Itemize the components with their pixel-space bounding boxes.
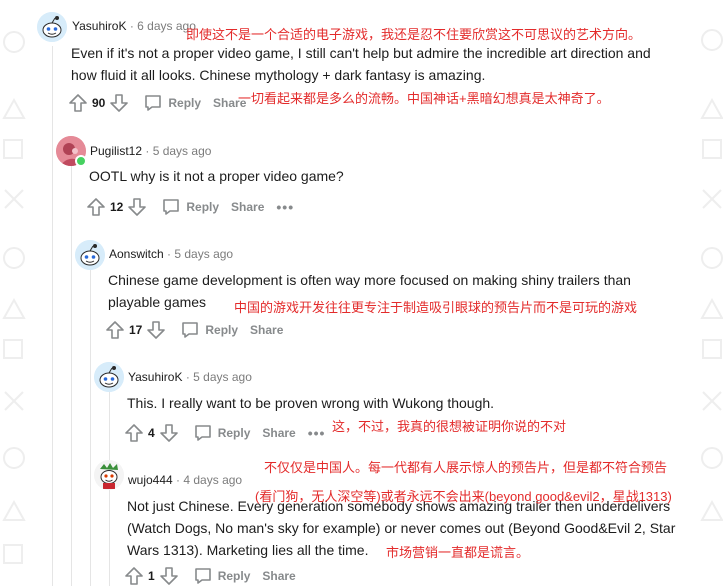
comment-line: Even if it's not a proper video game, I …: [71, 45, 651, 61]
downvote-arrow-icon: [128, 198, 147, 216]
comment-bubble-icon: [194, 568, 211, 584]
vote-score: 12: [110, 200, 124, 214]
separator: ·: [163, 247, 175, 261]
thread-line[interactable]: [90, 270, 91, 586]
snoo-avatar-icon: [94, 460, 124, 490]
reply-label: Reply: [217, 426, 251, 440]
vote-score: 17: [129, 323, 143, 337]
reply-button[interactable]: Reply: [161, 197, 219, 217]
comment-actions: 4 Reply Share •••: [124, 422, 325, 444]
downvote-button[interactable]: [146, 320, 166, 340]
timestamp[interactable]: 5 days ago: [153, 144, 212, 158]
thread-line[interactable]: [52, 46, 53, 586]
comment-bubble-icon: [163, 199, 180, 215]
username[interactable]: YasuhiroK: [72, 19, 126, 33]
downvote-arrow-icon: [159, 567, 178, 585]
translation-annotation: 市场营销一直都是谎言。: [386, 545, 530, 560]
online-status-dot: [75, 155, 87, 167]
reply-label: Reply: [168, 96, 202, 110]
upvote-arrow-icon: [87, 198, 105, 216]
comment-actions: 12 Reply Share •••: [86, 196, 294, 218]
comment-line: (Watch Dogs, No man's sky for example) o…: [127, 520, 676, 536]
username[interactable]: wujo444: [128, 473, 173, 487]
snoo-avatar-icon: [94, 362, 124, 392]
upvote-button[interactable]: [68, 93, 88, 113]
share-button[interactable]: Share: [250, 323, 283, 337]
comment-line: This. I really want to be proven wrong w…: [127, 395, 495, 411]
translation-annotation: 不仅仅是中国人。每一代都有人展示惊人的预告片，但是都不符合预告: [264, 460, 668, 475]
comment-actions: 90 Reply Share: [68, 92, 246, 114]
comment-line: how fluid it all looks. Chinese mytholog…: [71, 67, 486, 83]
avatar[interactable]: [94, 460, 124, 490]
upvote-arrow-icon: [125, 567, 143, 585]
thread-line[interactable]: [71, 166, 72, 586]
translation-annotation: (看门狗，无人深空等)或者永远不会出来(beyond good&evil2，星战…: [255, 489, 672, 504]
comment-body: Even if it's not a proper video game, I …: [71, 42, 651, 86]
snoo-avatar-icon: [75, 240, 105, 270]
downvote-arrow-icon: [110, 94, 129, 112]
avatar[interactable]: [75, 240, 105, 270]
reply-label: Reply: [186, 200, 220, 214]
upvote-button[interactable]: [86, 197, 106, 217]
reply-button[interactable]: Reply: [193, 423, 251, 443]
translation-annotation: 这，不过，我真的很想被证明你说的不对: [332, 419, 567, 434]
avatar[interactable]: [37, 12, 67, 42]
username[interactable]: Aonswitch: [109, 247, 164, 261]
share-button[interactable]: Share: [262, 569, 295, 583]
downvote-arrow-icon: [159, 424, 178, 442]
reply-label: Reply: [217, 569, 251, 583]
separator: ·: [172, 473, 184, 487]
upvote-button[interactable]: [124, 566, 144, 586]
separator: ·: [182, 370, 194, 384]
share-button[interactable]: Share: [262, 426, 295, 440]
upvote-arrow-icon: [125, 424, 143, 442]
timestamp[interactable]: 5 days ago: [193, 370, 252, 384]
upvote-arrow-icon: [69, 94, 87, 112]
vote-score: 1: [148, 569, 155, 583]
snoo-avatar-icon: [37, 12, 67, 42]
comment-body: This. I really want to be proven wrong w…: [127, 392, 494, 414]
comment-bubble-icon: [182, 322, 199, 338]
downvote-button[interactable]: [127, 197, 147, 217]
downvote-arrow-icon: [147, 321, 166, 339]
downvote-button[interactable]: [109, 93, 129, 113]
username[interactable]: YasuhiroK: [128, 370, 182, 384]
separator: ·: [142, 144, 153, 158]
reply-button[interactable]: Reply: [180, 320, 238, 340]
share-button[interactable]: Share: [231, 200, 264, 214]
reply-label: Reply: [205, 323, 239, 337]
username[interactable]: Pugilist12: [90, 144, 142, 158]
downvote-button[interactable]: [159, 566, 179, 586]
translation-annotation: 中国的游戏开发往往更专注于制造吸引眼球的预告片而不是可玩的游戏: [234, 300, 638, 315]
vote-score: 4: [148, 426, 155, 440]
translation-annotation: 一切看起来都是多么的流畅。中国神话+黑暗幻想真是太神奇了。: [238, 91, 610, 106]
comment-line: Chinese game development is often way mo…: [108, 272, 631, 288]
reply-button[interactable]: Reply: [193, 566, 251, 586]
more-options-button[interactable]: •••: [276, 199, 294, 215]
vote-score: 90: [92, 96, 106, 110]
comment-actions: 1 Reply Share: [124, 565, 296, 587]
upvote-button[interactable]: [124, 423, 144, 443]
more-options-button[interactable]: •••: [308, 425, 326, 441]
upvote-button[interactable]: [105, 320, 125, 340]
comment-bubble-icon: [145, 95, 162, 111]
comment-line: OOTL why is it not a proper video game?: [89, 168, 344, 184]
separator: ·: [126, 19, 138, 33]
translation-annotation: 即使这不是一个合适的电子游戏，我还是忍不住要欣赏这不可思议的艺术方向。: [186, 27, 642, 42]
reply-button[interactable]: Reply: [143, 93, 201, 113]
comment-bubble-icon: [194, 425, 211, 441]
downvote-button[interactable]: [159, 423, 179, 443]
comment-actions: 17 Reply Share: [105, 319, 283, 341]
upvote-arrow-icon: [106, 321, 124, 339]
timestamp[interactable]: 5 days ago: [174, 247, 233, 261]
avatar[interactable]: [94, 362, 124, 392]
comment-body: OOTL why is it not a proper video game?: [89, 165, 344, 187]
timestamp[interactable]: 4 days ago: [183, 473, 242, 487]
